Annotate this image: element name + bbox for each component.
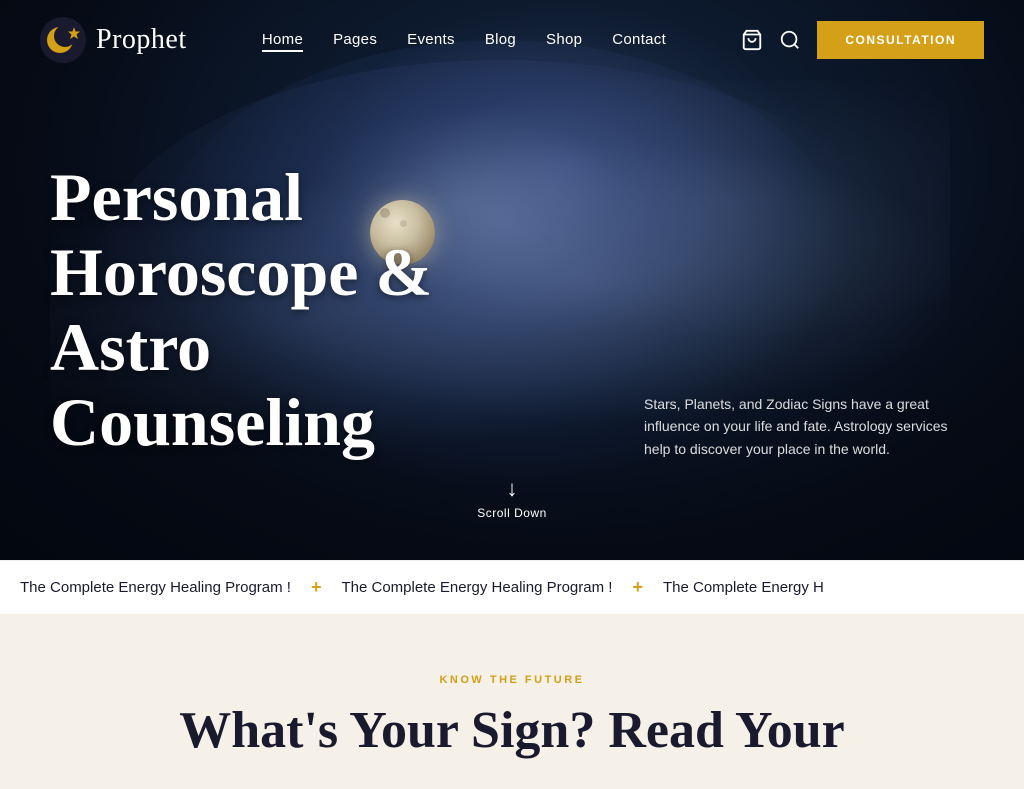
cart-button[interactable] — [741, 29, 763, 51]
ticker-text-2: The Complete Energy H — [663, 579, 824, 596]
nav-item-events[interactable]: Events — [407, 31, 455, 49]
navbar: Prophet Home Pages Events Blog Shop Cont… — [0, 0, 1024, 80]
hero-headline: Personal Horoscope & Astro Counseling — [50, 160, 550, 459]
below-fold-section: KNOW THE FUTURE What's Your Sign? Read Y… — [0, 614, 1024, 789]
ticker-item-2: The Complete Energy H — [643, 579, 844, 596]
ticker-bar: The Complete Energy Healing Program ! + … — [0, 560, 1024, 614]
logo-icon — [40, 17, 86, 63]
nav-right: CONSULTATION — [741, 21, 984, 59]
know-label: KNOW THE FUTURE — [40, 674, 984, 686]
ticker-plus-0: + — [311, 577, 322, 598]
cart-icon — [741, 29, 763, 51]
ticker-text-1: The Complete Energy Healing Program ! — [341, 579, 612, 596]
scroll-down-label: Scroll Down — [477, 506, 547, 520]
hero-section: Prophet Home Pages Events Blog Shop Cont… — [0, 0, 1024, 560]
ticker-item-0: The Complete Energy Healing Program ! — [0, 579, 311, 596]
scroll-down-button[interactable]: ↓ Scroll Down — [477, 478, 547, 520]
search-icon — [779, 29, 801, 51]
ticker-plus-1: + — [632, 577, 643, 598]
nav-item-home[interactable]: Home — [262, 31, 303, 49]
ticker-text-0: The Complete Energy Healing Program ! — [20, 579, 291, 596]
nav-item-contact[interactable]: Contact — [612, 31, 666, 49]
scroll-arrow-icon: ↓ — [507, 478, 518, 500]
logo-text: Prophet — [96, 24, 187, 56]
nav-item-shop[interactable]: Shop — [546, 31, 582, 49]
nav-links: Home Pages Events Blog Shop Contact — [262, 31, 666, 49]
hero-content: Personal Horoscope & Astro Counseling St… — [0, 0, 1024, 560]
hero-description: Stars, Planets, and Zodiac Signs have a … — [644, 393, 964, 460]
ticker-content: The Complete Energy Healing Program ! + … — [0, 577, 844, 598]
search-button[interactable] — [779, 29, 801, 51]
logo-area[interactable]: Prophet — [40, 17, 187, 63]
nav-item-pages[interactable]: Pages — [333, 31, 377, 49]
below-headline: What's Your Sign? Read Your — [40, 702, 984, 759]
consultation-button[interactable]: CONSULTATION — [817, 21, 984, 59]
ticker-item-1: The Complete Energy Healing Program ! — [321, 579, 632, 596]
nav-item-blog[interactable]: Blog — [485, 31, 516, 49]
